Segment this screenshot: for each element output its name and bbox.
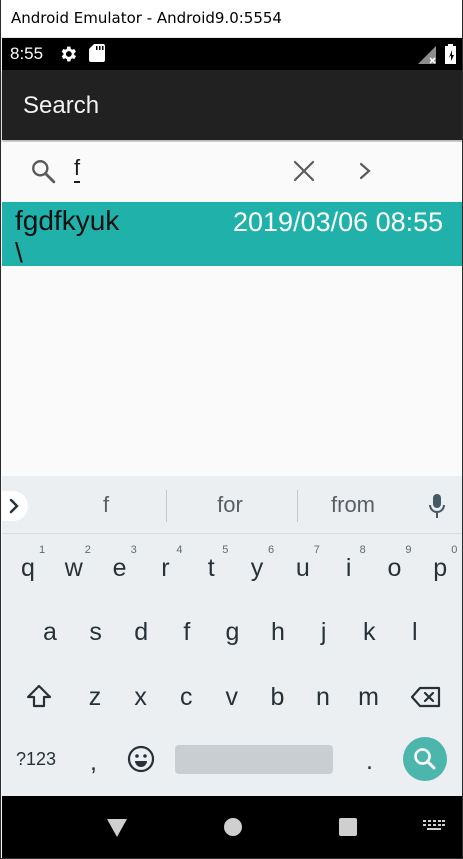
search-bar: f	[2, 142, 462, 202]
result-date: 2019/03/06 08:55	[233, 207, 444, 237]
battery-icon	[445, 44, 456, 64]
key-s[interactable]: s	[81, 618, 111, 647]
key-w[interactable]: w	[59, 554, 89, 583]
symbols-key[interactable]: ?123	[16, 749, 56, 770]
key-t[interactable]: t	[196, 554, 226, 583]
window-titlebar: Android Emulator - Android9.0:5554	[1, 0, 462, 38]
key-hint-6: 6	[268, 544, 275, 556]
result-second-line: \	[15, 237, 23, 267]
emulator-frame: Android Emulator - Android9.0:5554 8:55 …	[0, 0, 463, 859]
spacebar[interactable]	[175, 745, 333, 774]
key-j[interactable]: j	[309, 618, 339, 647]
search-icon	[414, 748, 436, 770]
key-d[interactable]: d	[126, 618, 156, 647]
key-hint-4: 4	[176, 544, 183, 556]
mic-icon[interactable]	[429, 494, 445, 518]
list-item[interactable]: fgdfkyuk \ 2019/03/06 08:55	[2, 202, 462, 267]
key-hint-7: 7	[313, 544, 320, 556]
key-hint-0: 0	[451, 544, 458, 556]
search-icon	[32, 160, 56, 184]
soft-keyboard: f for from q1w2e3r4t5y6u7i8o9p0 asdfghjk…	[2, 476, 462, 796]
key-v[interactable]: v	[217, 683, 247, 712]
clear-icon[interactable]	[293, 160, 315, 182]
comma-key[interactable]: ,	[90, 748, 97, 777]
key-a[interactable]: a	[35, 618, 65, 647]
key-o[interactable]: o	[379, 554, 409, 583]
navigation-bar	[2, 796, 462, 858]
keyboard-switch-icon[interactable]	[423, 820, 445, 834]
key-hint-3: 3	[130, 544, 137, 556]
status-time: 8:55	[10, 44, 44, 63]
key-m[interactable]: m	[354, 683, 384, 712]
emoji-icon[interactable]	[127, 745, 155, 773]
key-k[interactable]: k	[354, 618, 384, 647]
key-u[interactable]: u	[288, 554, 318, 583]
key-y[interactable]: y	[242, 554, 272, 583]
key-p[interactable]: p	[425, 554, 455, 583]
suggestion-strip: f for from	[2, 476, 462, 534]
key-c[interactable]: c	[171, 683, 201, 712]
key-e[interactable]: e	[105, 554, 135, 583]
app-bar: Search	[2, 70, 462, 140]
chevron-right-icon	[9, 498, 19, 514]
shift-icon[interactable]	[26, 684, 52, 708]
search-key[interactable]	[403, 737, 447, 781]
key-h[interactable]: h	[263, 618, 293, 647]
suggestion-expand-button[interactable]	[2, 491, 28, 521]
suggestion-1[interactable]: f	[86, 492, 126, 518]
key-q[interactable]: q	[13, 554, 43, 583]
key-z[interactable]: z	[80, 683, 110, 712]
period-key[interactable]: .	[366, 747, 373, 776]
key-hint-1: 1	[39, 544, 46, 556]
window-title: Android Emulator - Android9.0:5554	[11, 9, 282, 27]
key-i[interactable]: i	[334, 554, 364, 583]
back-icon[interactable]	[106, 818, 128, 838]
key-hint-5: 5	[222, 544, 229, 556]
signal-icon	[418, 46, 436, 64]
result-name: fgdfkyuk	[15, 205, 120, 236]
divider	[166, 490, 167, 522]
page-title: Search	[23, 92, 100, 119]
suggestion-2[interactable]: for	[198, 492, 262, 518]
recents-icon[interactable]	[338, 817, 358, 837]
gear-icon	[61, 46, 76, 62]
key-g[interactable]: g	[217, 618, 247, 647]
key-hint-8: 8	[359, 544, 366, 556]
home-icon[interactable]	[223, 817, 243, 837]
key-hint-9: 9	[405, 544, 412, 556]
status-bar: 8:55	[2, 38, 462, 70]
key-l[interactable]: l	[400, 618, 430, 647]
key-b[interactable]: b	[262, 683, 292, 712]
key-r[interactable]: r	[150, 554, 180, 583]
backspace-icon[interactable]	[411, 686, 441, 708]
key-n[interactable]: n	[308, 683, 338, 712]
search-input[interactable]: f	[74, 156, 81, 183]
sd-card-icon	[89, 44, 105, 62]
divider	[297, 490, 298, 522]
chevron-right-icon[interactable]	[358, 161, 372, 181]
suggestion-3[interactable]: from	[320, 492, 386, 518]
key-f[interactable]: f	[172, 618, 202, 647]
key-x[interactable]: x	[126, 683, 156, 712]
key-hint-2: 2	[84, 544, 91, 556]
